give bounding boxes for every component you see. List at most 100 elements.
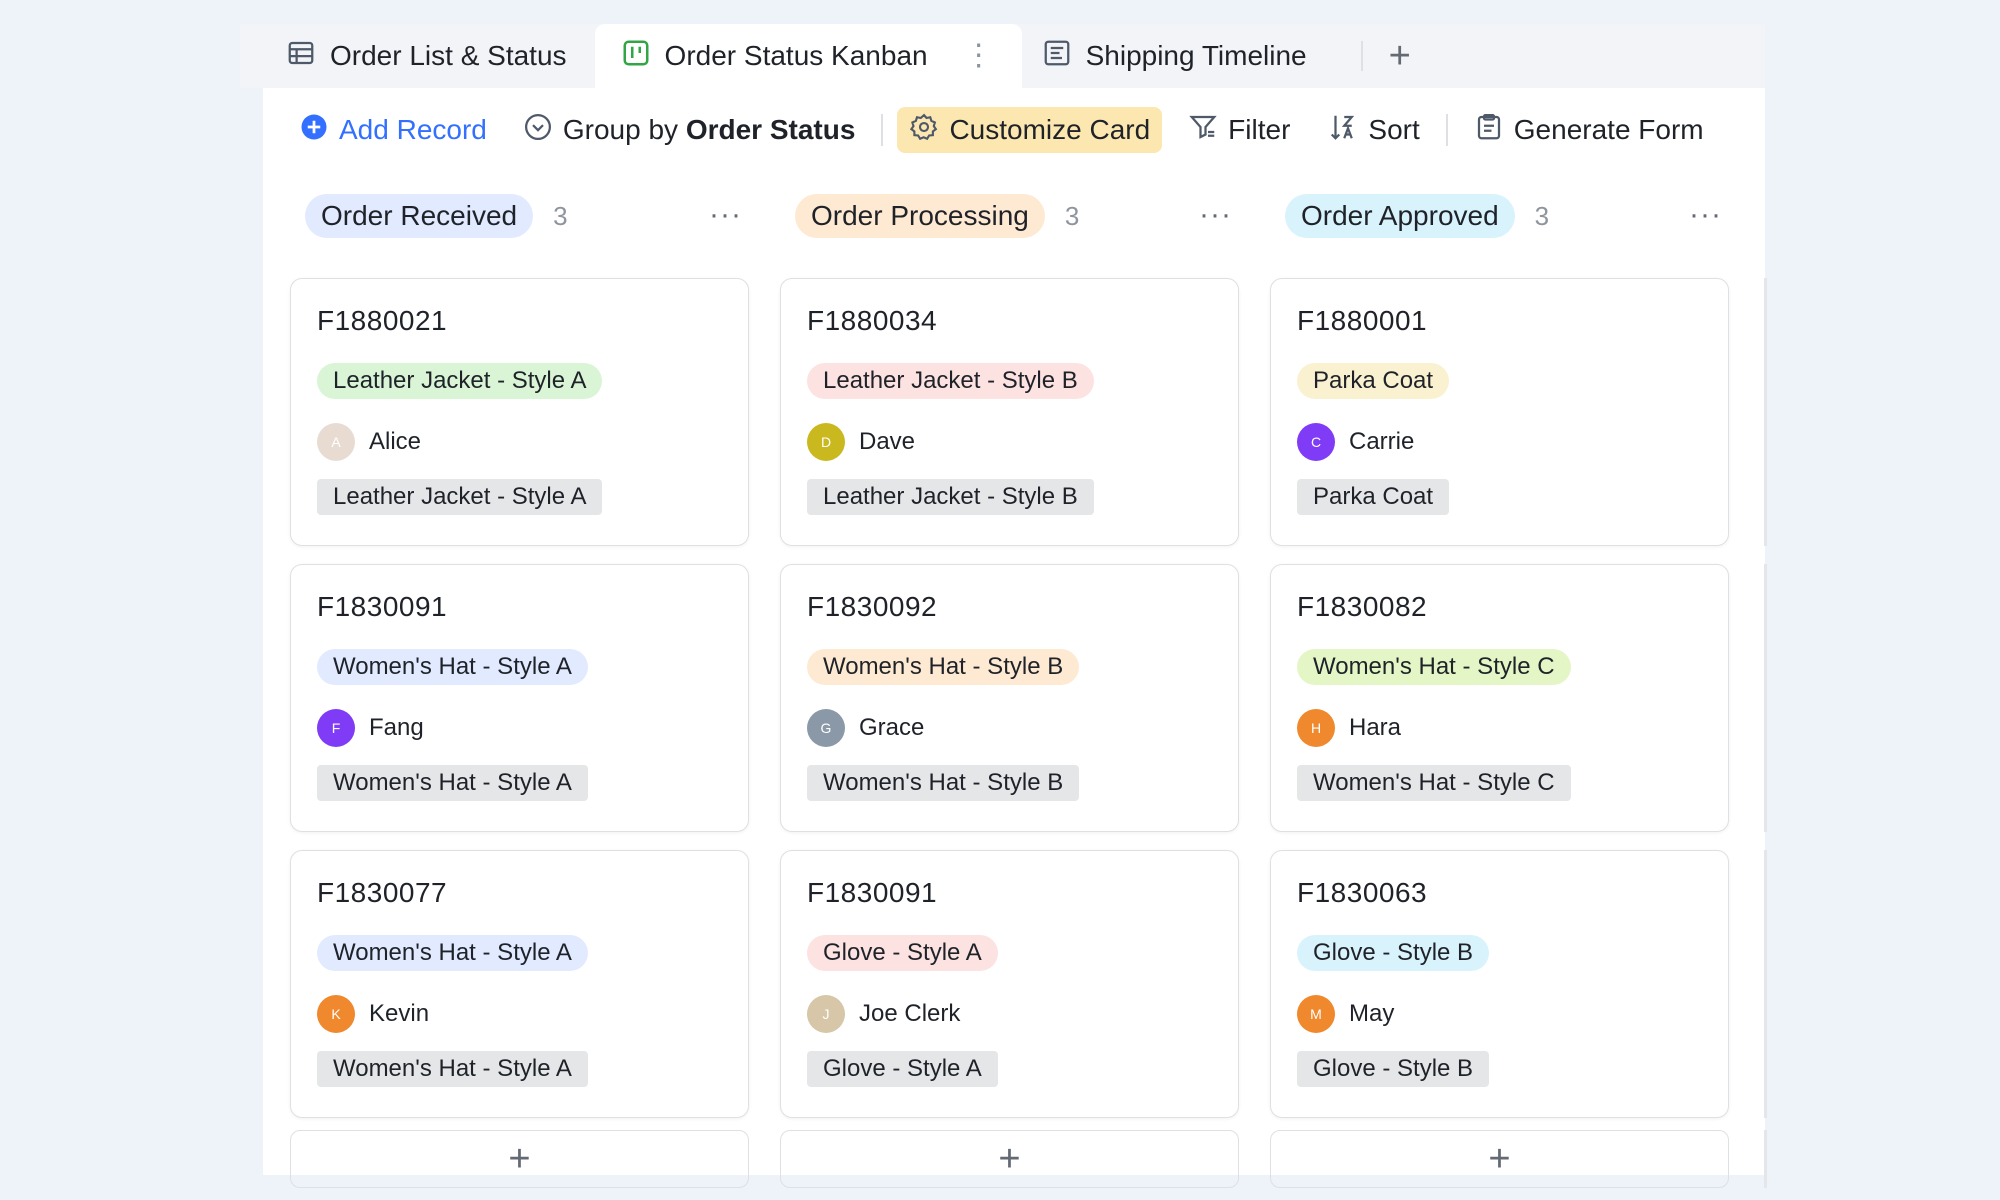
order-id: F1880001 <box>1297 305 1428 336</box>
product-tag: Glove - Style B <box>1297 935 1490 971</box>
group-by-label: Group by Order Status <box>562 114 856 145</box>
toolbar: Add Record Group by Order Status Customi… <box>263 88 1765 172</box>
assignee-name: Hara <box>1349 714 1402 741</box>
more-horizontal-icon[interactable]: ··· <box>709 198 742 232</box>
next-column-edge <box>1764 564 1767 832</box>
product-tag: Leather Jacket - Style B <box>807 363 1094 399</box>
tab-shipping-timeline[interactable]: Shipping Timeline <box>1022 24 1335 88</box>
assignee-name: Grace <box>859 714 925 741</box>
column-header: Order Received 3 ··· <box>297 194 756 238</box>
add-card-button[interactable]: + <box>780 1130 1239 1188</box>
product-field: Women's Hat - Style B <box>807 765 1080 801</box>
column-title[interactable]: Order Processing <box>795 194 1045 238</box>
kanban-card[interactable]: F1830082 Women's Hat - Style C H Hara Women'… <box>1270 564 1729 832</box>
avatar: F <box>317 709 355 747</box>
kanban-column-order-approved: Order Approved 3 ··· <box>1277 194 1736 238</box>
generate-form-button[interactable]: Generate Form <box>1462 107 1716 153</box>
customize-card-label: Customize Card <box>949 114 1151 145</box>
product-tag: Leather Jacket - Style A <box>317 363 603 399</box>
add-card-button[interactable]: + <box>1270 1130 1729 1188</box>
product-tag: Glove - Style A <box>807 935 998 971</box>
form-icon <box>1474 112 1504 149</box>
tab-label: Order List & Status <box>330 40 567 71</box>
filter-icon <box>1188 112 1218 149</box>
avatar: H <box>1297 709 1335 747</box>
order-id: F1880021 <box>317 305 448 336</box>
kanban-card[interactable]: F1830091 Women's Hat - Style A F Fang Women'… <box>290 564 749 832</box>
tab-order-kanban[interactable]: Order Status Kanban ⋮ <box>594 24 1022 88</box>
order-id: F1880034 <box>807 305 938 336</box>
more-vertical-icon[interactable]: ⋮ <box>964 41 994 71</box>
order-id: F1830063 <box>1297 877 1428 908</box>
product-field: Leather Jacket - Style A <box>317 479 603 515</box>
kanban-card[interactable]: F1880021 Leather Jacket - Style A A Alice Le… <box>290 278 749 546</box>
assignee: K Kevin <box>317 995 429 1033</box>
chevron-circle-icon <box>523 112 553 149</box>
kanban-card[interactable]: F1830077 Women's Hat - Style A K Kevin Women… <box>290 850 749 1118</box>
column-count: 3 <box>1064 200 1080 231</box>
kanban-column-order-received: Order Received 3 ··· <box>297 194 756 238</box>
assignee: M May <box>1297 995 1394 1033</box>
more-horizontal-icon[interactable]: ··· <box>1689 198 1722 232</box>
toolbar-divider <box>881 114 884 146</box>
kanban-card[interactable]: F1880001 Parka Coat C Carrie Parka Coat <box>1270 278 1729 546</box>
order-id: F1830091 <box>317 591 448 622</box>
filter-button[interactable]: Filter <box>1176 107 1302 153</box>
tab-divider <box>1360 41 1363 71</box>
product-field: Glove - Style A <box>807 1051 998 1087</box>
kanban-card[interactable]: F1830092 Women's Hat - Style B G Grace Women… <box>780 564 1239 832</box>
add-view-button[interactable]: + <box>1389 37 1411 75</box>
column-header: Order Approved 3 ··· <box>1277 194 1736 238</box>
kanban-card[interactable]: F1880034 Leather Jacket - Style B D Dave Lea… <box>780 278 1239 546</box>
timeline-icon <box>1042 38 1072 75</box>
customize-card-button[interactable]: Customize Card <box>897 107 1163 153</box>
assignee-name: Alice <box>369 428 422 455</box>
add-record-button[interactable]: Add Record <box>299 107 499 153</box>
assignee: D Dave <box>807 423 915 461</box>
avatar: A <box>317 423 355 461</box>
next-column-edge <box>1764 850 1767 1118</box>
product-tag: Women's Hat - Style C <box>1297 649 1571 685</box>
tab-order-list[interactable]: Order List & Status <box>240 24 595 88</box>
next-column-edge <box>1764 278 1767 546</box>
order-id: F1830077 <box>317 877 448 908</box>
assignee: A Alice <box>317 423 421 461</box>
group-by-button[interactable]: Group by Order Status <box>511 107 868 153</box>
product-field: Women's Hat - Style A <box>317 1051 588 1087</box>
assignee-name: Dave <box>859 428 916 455</box>
product-field: Women's Hat - Style C <box>1297 765 1571 801</box>
product-tag: Parka Coat <box>1297 363 1450 399</box>
tab-label: Shipping Timeline <box>1085 40 1307 71</box>
column-title[interactable]: Order Received <box>305 194 534 238</box>
kanban-card[interactable]: F1830091 Glove - Style A J Joe Clerk Glove -… <box>780 850 1239 1118</box>
kanban-card[interactable]: F1830063 Glove - Style B M May Glove - Style… <box>1270 850 1729 1118</box>
avatar: K <box>317 995 355 1033</box>
kanban-icon <box>621 38 651 75</box>
sort-icon <box>1328 112 1358 149</box>
assignee-name: Joe Clerk <box>859 1000 961 1027</box>
avatar: M <box>1297 995 1335 1033</box>
add-record-label: Add Record <box>339 114 487 145</box>
sort-button[interactable]: Sort <box>1316 107 1431 153</box>
column-title[interactable]: Order Approved <box>1285 194 1515 238</box>
filter-label: Filter <box>1228 114 1291 145</box>
add-card-button[interactable]: + <box>290 1130 749 1188</box>
assignee-name: May <box>1349 1000 1395 1027</box>
toolbar-divider <box>1445 114 1448 146</box>
plus-circle-icon <box>299 112 329 149</box>
table-icon <box>286 38 316 75</box>
kanban-content: Add Record Group by Order Status Customi… <box>263 88 1767 1188</box>
product-tag: Women's Hat - Style B <box>807 649 1080 685</box>
next-column-edge <box>1764 1130 1767 1188</box>
product-field: Women's Hat - Style A <box>317 765 588 801</box>
assignee: C Carrie <box>1297 423 1414 461</box>
more-horizontal-icon[interactable]: ··· <box>1199 198 1232 232</box>
sort-label: Sort <box>1368 114 1420 145</box>
kanban-column-order-processing: Order Processing 3 ··· <box>787 194 1246 238</box>
order-id: F1830092 <box>807 591 938 622</box>
column-count: 3 <box>1534 200 1550 231</box>
assignee-name: Carrie <box>1349 428 1415 455</box>
assignee: J Joe Clerk <box>807 995 960 1033</box>
product-field: Leather Jacket - Style B <box>807 479 1094 515</box>
kanban-app: Order List & Status Order Status Kanban … <box>240 24 1767 1188</box>
